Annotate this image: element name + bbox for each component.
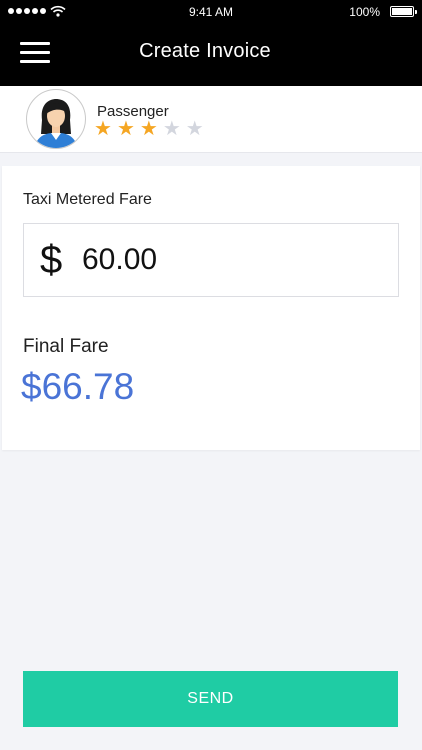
nav-bar: Create Invoice: [0, 24, 422, 86]
star-filled-icon: ★: [139, 118, 158, 140]
passenger-header: Passenger ★ ★ ★ ★ ★: [0, 86, 422, 153]
send-button[interactable]: SEND: [23, 671, 398, 727]
status-bar: 9:41 AM 100%: [0, 0, 422, 24]
avatar: [26, 89, 86, 149]
metered-fare-value: 60.00: [82, 243, 158, 276]
final-fare-value: $66.78: [21, 366, 135, 407]
currency-symbol: $: [40, 238, 63, 282]
metered-fare-input[interactable]: $ 60.00: [23, 223, 399, 297]
star-filled-icon: ★: [116, 118, 135, 140]
metered-fare-label: Taxi Metered Fare: [23, 191, 152, 208]
battery-icon: [390, 6, 417, 17]
female-avatar-icon: [35, 99, 77, 148]
star-rating: ★ ★ ★ ★ ★: [94, 119, 204, 139]
battery-percentage: 100%: [349, 5, 380, 19]
star-empty-icon: ★: [162, 118, 181, 140]
fare-card: Taxi Metered Fare $ 60.00 Final Fare $66…: [2, 166, 420, 450]
page-title: Create Invoice: [139, 40, 271, 62]
star-filled-icon: ★: [94, 118, 112, 140]
final-fare-label: Final Fare: [23, 336, 109, 357]
star-empty-icon: ★: [185, 118, 204, 140]
